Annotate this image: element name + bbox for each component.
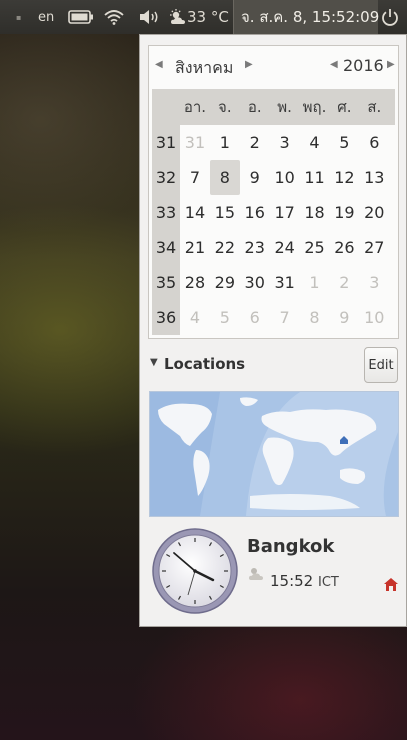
week-number: 33: [152, 195, 180, 230]
datetime-label[interactable]: จ. ส.ค. 8, 15:52:09: [241, 0, 379, 34]
day-cell[interactable]: 19: [329, 195, 359, 230]
weekday-label: อ.: [247, 98, 262, 116]
expander-triangle-icon[interactable]: ▼: [150, 357, 158, 368]
battery-icon[interactable]: [68, 0, 94, 34]
calendar-week-row: 34 21 22 23 24 25 26 27: [152, 230, 395, 265]
week-number: 32: [152, 160, 180, 195]
selected-day-cell[interactable]: 8: [209, 160, 240, 195]
calendar: ◀ สิงหาคม ▶ ◀ 2016 ▶ อา. จ. อ. พ. พฤ. ศ.…: [148, 45, 399, 339]
day-cell[interactable]: 8: [300, 300, 330, 335]
calendar-week-row: 35 28 29 30 31 1 2 3: [152, 265, 395, 300]
week-number: 31: [152, 125, 180, 160]
weekday-label: จ.: [218, 98, 232, 116]
day-cell[interactable]: 1: [300, 265, 330, 300]
day-cell[interactable]: 4: [180, 300, 210, 335]
analog-clock: [151, 527, 239, 619]
location-time: 15:52 ICT: [270, 572, 339, 590]
day-cell[interactable]: 7: [270, 300, 300, 335]
day-cell[interactable]: 14: [180, 195, 210, 230]
day-cell[interactable]: 15: [210, 195, 240, 230]
keyboard-dot-icon: ▪: [16, 12, 22, 22]
keyboard-layout-indicator[interactable]: en: [38, 0, 54, 34]
weekday-label: ศ.: [337, 98, 352, 116]
day-cell[interactable]: 30: [240, 265, 270, 300]
day-cell[interactable]: 21: [180, 230, 210, 265]
previous-month-arrow-icon[interactable]: ◀: [155, 59, 163, 70]
day-cell[interactable]: 17: [270, 195, 300, 230]
day-cell[interactable]: 18: [300, 195, 330, 230]
day-cell[interactable]: 16: [240, 195, 270, 230]
day-cell[interactable]: 6: [359, 125, 389, 160]
edit-locations-button[interactable]: Edit: [364, 347, 398, 383]
top-panel: ▪ en 33 °C จ. ส.ค. 8, 15:52:09: [0, 0, 407, 34]
week-number: 36: [152, 300, 180, 335]
day-cell[interactable]: 3: [270, 125, 300, 160]
day-cell[interactable]: 20: [359, 195, 389, 230]
previous-year-arrow-icon[interactable]: ◀: [330, 59, 338, 70]
day-cell[interactable]: 10: [359, 300, 389, 335]
day-cell[interactable]: 13: [359, 160, 389, 195]
day-cell[interactable]: 12: [329, 160, 359, 195]
week-number-header: [152, 89, 180, 125]
week-number: 34: [152, 230, 180, 265]
day-cell[interactable]: 31: [180, 125, 210, 160]
home-icon: [383, 577, 399, 596]
next-month-arrow-icon[interactable]: ▶: [245, 59, 253, 70]
day-cell[interactable]: 2: [240, 125, 270, 160]
day-cell[interactable]: 26: [329, 230, 359, 265]
day-cell[interactable]: 31: [270, 265, 300, 300]
day-cell[interactable]: 27: [359, 230, 389, 265]
location-time-value: 15:52: [270, 572, 314, 590]
calendar-week-row: 36 4 5 6 7 8 9 10: [152, 300, 395, 335]
weather-icon[interactable]: [169, 0, 187, 34]
day-cell[interactable]: 9: [240, 160, 270, 195]
day-cell[interactable]: 4: [300, 125, 330, 160]
wifi-icon[interactable]: [104, 0, 124, 34]
day-cell[interactable]: 29: [210, 265, 240, 300]
location-city: Bangkok: [247, 536, 335, 557]
day-cell[interactable]: 5: [210, 300, 240, 335]
weather-icon: [247, 565, 265, 585]
day-cell[interactable]: 11: [300, 160, 330, 195]
day-cell[interactable]: 24: [270, 230, 300, 265]
weekday-header-row: อา. จ. อ. พ. พฤ. ศ. ส.: [152, 89, 395, 125]
calendar-week-row: 33 14 15 16 17 18 19 20: [152, 195, 395, 230]
calendar-year: 2016: [343, 56, 384, 75]
weekday-label: พฤ.: [302, 98, 327, 116]
day-cell[interactable]: 10: [270, 160, 300, 195]
day-cell[interactable]: 23: [240, 230, 270, 265]
day-cell[interactable]: 22: [210, 230, 240, 265]
weekday-label: พ.: [277, 98, 292, 116]
datetime-popup: ◀ สิงหาคม ▶ ◀ 2016 ▶ อา. จ. อ. พ. พฤ. ศ.…: [139, 34, 407, 627]
calendar-week-row: 31 31 1 2 3 4 5 6: [152, 125, 395, 160]
day-cell[interactable]: 1: [210, 125, 240, 160]
week-number: 35: [152, 265, 180, 300]
day-cell[interactable]: 25: [300, 230, 330, 265]
next-year-arrow-icon[interactable]: ▶: [387, 59, 395, 70]
weekday-label: อา.: [183, 98, 207, 116]
power-icon[interactable]: [381, 0, 399, 34]
location-timezone: ICT: [318, 575, 339, 590]
day-cell[interactable]: 2: [329, 265, 359, 300]
calendar-grid: อา. จ. อ. พ. พฤ. ศ. ส. 31 31 1 2 3 4 5 6…: [152, 89, 395, 335]
day-cell[interactable]: 9: [329, 300, 359, 335]
day-cell[interactable]: 3: [359, 265, 389, 300]
weekday-label: ส.: [367, 98, 382, 116]
day-cell[interactable]: 5: [329, 125, 359, 160]
calendar-month: สิงหาคม: [175, 58, 234, 77]
day-cell[interactable]: 7: [180, 160, 210, 195]
calendar-week-row: 32 7 8 9 10 11 12 13: [152, 160, 395, 195]
day-cell[interactable]: 6: [240, 300, 270, 335]
locations-heading[interactable]: Locations: [164, 355, 245, 373]
day-cell[interactable]: 28: [180, 265, 210, 300]
volume-icon[interactable]: [139, 0, 161, 34]
temperature-indicator[interactable]: 33 °C: [187, 0, 229, 34]
world-map: [149, 391, 399, 517]
